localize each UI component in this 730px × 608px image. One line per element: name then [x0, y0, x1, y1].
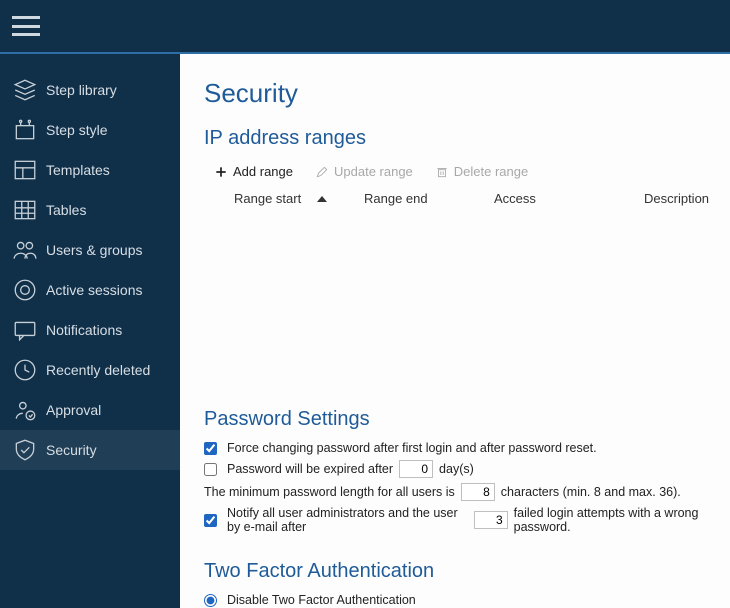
plus-icon	[214, 165, 228, 179]
ip-ranges-empty-grid	[204, 212, 702, 382]
min-len-input[interactable]	[461, 483, 495, 501]
min-length-row: The minimum password length for all user…	[204, 483, 702, 501]
expire-label-post: day(s)	[439, 462, 474, 476]
expire-row: Password will be expired after day(s)	[204, 460, 702, 478]
col-label: Range start	[234, 191, 301, 206]
sidebar-item-label: Active sessions	[46, 282, 142, 298]
delete-range-label: Delete range	[454, 164, 528, 179]
section-password-title: Password Settings	[204, 408, 702, 431]
user-check-icon	[12, 397, 38, 423]
main-content: Security IP address ranges Add range Upd…	[180, 54, 730, 608]
topbar	[0, 0, 730, 54]
shield-icon	[12, 437, 38, 463]
sidebar-item-approval[interactable]: Approval	[0, 390, 180, 430]
section-2fa-title: Two Factor Authentication	[204, 560, 702, 583]
expire-checkbox[interactable]	[204, 463, 217, 476]
min-len-post: characters (min. 8 and max. 36).	[501, 485, 681, 499]
sidebar-item-tables[interactable]: Tables	[0, 190, 180, 230]
sidebar-item-recently-deleted[interactable]: Recently deleted	[0, 350, 180, 390]
sidebar-item-label: Security	[46, 442, 97, 458]
menu-toggle-icon[interactable]	[12, 16, 40, 36]
style-icon	[12, 117, 38, 143]
2fa-disable-row: Disable Two Factor Authentication	[204, 593, 702, 607]
trash-icon	[435, 165, 449, 179]
notify-row: Notify all user administrators and the u…	[204, 506, 702, 534]
circle-icon	[12, 277, 38, 303]
notify-checkbox[interactable]	[204, 514, 217, 527]
sidebar-item-label: Users & groups	[46, 242, 142, 258]
col-range-end[interactable]: Range end	[364, 191, 494, 206]
add-range-label: Add range	[233, 164, 293, 179]
notify-label-post: failed login attempts with a wrong passw…	[514, 506, 702, 534]
ip-ranges-toolbar: Add range Update range Delete range	[204, 160, 702, 187]
sidebar-item-step-style[interactable]: Step style	[0, 110, 180, 150]
expire-label-pre: Password will be expired after	[227, 462, 393, 476]
force-change-checkbox[interactable]	[204, 442, 217, 455]
pencil-icon	[315, 165, 329, 179]
col-description[interactable]: Description	[644, 191, 709, 206]
sidebar: Step library Step style Templates Tables	[0, 54, 180, 608]
expire-days-input[interactable]	[399, 460, 433, 478]
ip-ranges-table-header: Range start Range end Access Description	[204, 187, 702, 212]
delete-range-button: Delete range	[435, 164, 528, 179]
sidebar-item-label: Notifications	[46, 322, 122, 338]
stack-icon	[12, 77, 38, 103]
notify-label-pre: Notify all user administrators and the u…	[227, 506, 468, 534]
sidebar-item-label: Step style	[46, 122, 107, 138]
sidebar-item-templates[interactable]: Templates	[0, 150, 180, 190]
sidebar-item-step-library[interactable]: Step library	[0, 70, 180, 110]
section-ip-ranges-title: IP address ranges	[204, 127, 702, 150]
update-range-label: Update range	[334, 164, 413, 179]
sidebar-item-security[interactable]: Security	[0, 430, 180, 470]
layout-icon	[12, 157, 38, 183]
sidebar-item-notifications[interactable]: Notifications	[0, 310, 180, 350]
update-range-button: Update range	[315, 164, 413, 179]
users-icon	[12, 237, 38, 263]
chat-icon	[12, 317, 38, 343]
min-len-pre: The minimum password length for all user…	[204, 485, 455, 499]
notify-attempts-input[interactable]	[474, 511, 508, 529]
force-change-row: Force changing password after first logi…	[204, 441, 702, 455]
col-access[interactable]: Access	[494, 191, 644, 206]
sidebar-item-label: Approval	[46, 402, 101, 418]
2fa-disable-radio[interactable]	[204, 594, 217, 607]
sidebar-item-label: Templates	[46, 162, 110, 178]
sidebar-item-users-groups[interactable]: Users & groups	[0, 230, 180, 270]
add-range-button[interactable]: Add range	[214, 164, 293, 179]
sidebar-item-active-sessions[interactable]: Active sessions	[0, 270, 180, 310]
col-range-start[interactable]: Range start	[234, 191, 364, 206]
clock-icon	[12, 357, 38, 383]
table-icon	[12, 197, 38, 223]
2fa-disable-label: Disable Two Factor Authentication	[227, 593, 416, 607]
page-title: Security	[204, 78, 702, 109]
sidebar-item-label: Step library	[46, 82, 117, 98]
sort-asc-icon	[317, 196, 327, 202]
force-change-label: Force changing password after first logi…	[227, 441, 597, 455]
sidebar-item-label: Tables	[46, 202, 86, 218]
sidebar-item-label: Recently deleted	[46, 362, 150, 378]
